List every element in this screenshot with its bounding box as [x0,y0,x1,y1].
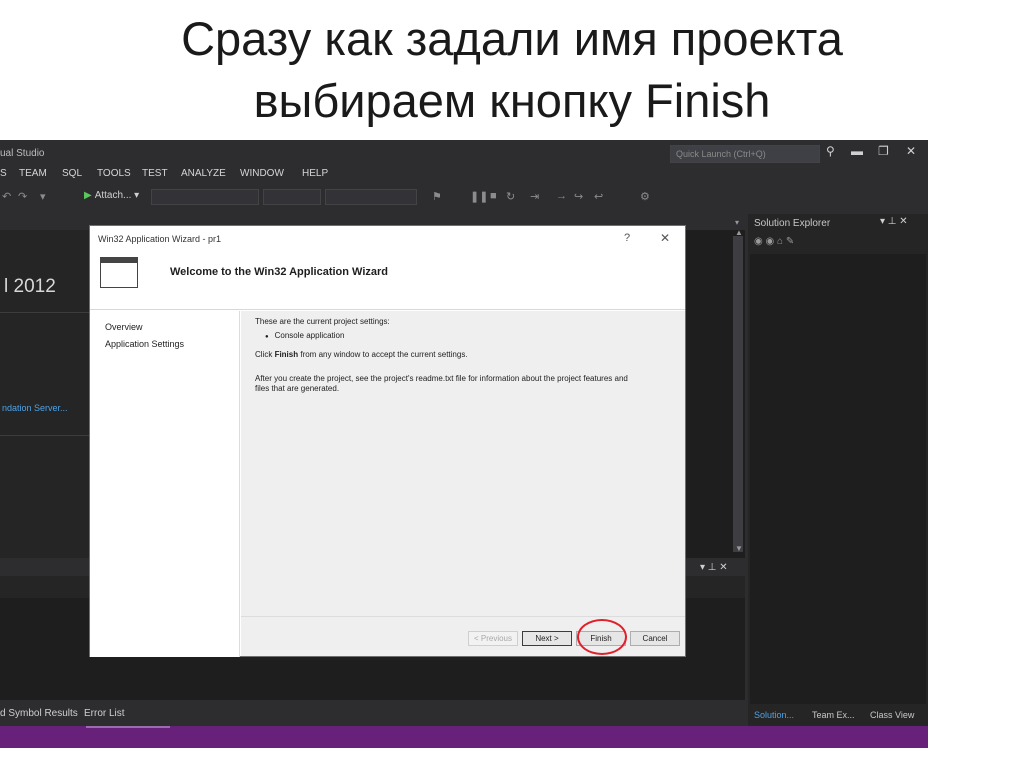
menu-item-help[interactable]: HELP [302,168,328,179]
readme-line-1: After you create the project, see the pr… [255,374,628,383]
team-foundation-link[interactable]: ndation Server... [2,403,68,413]
settings-intro: These are the current project settings: [255,317,390,326]
nav-overview[interactable]: Overview [105,322,143,332]
menu-item-test[interactable]: TEST [142,168,168,179]
wizard-nav: Overview Application Settings [90,311,240,657]
status-bar [0,726,928,748]
cancel-button[interactable]: Cancel [630,631,680,646]
next-button[interactable]: Next > [522,631,572,646]
finish-button[interactable]: Finish [576,631,626,646]
toolbar-find-icon[interactable]: ⚑ [432,190,442,203]
panel-dropdown-icon[interactable]: ▾ [735,218,739,227]
toolbar-step-out-icon[interactable]: ↩ [594,190,603,203]
toolbar-combo-3[interactable] [325,189,417,205]
play-icon: ▶ [84,190,92,201]
vertical-scrollbar[interactable] [733,236,743,552]
toolbar-restart-icon[interactable]: ↻ [506,190,515,203]
scroll-down-icon[interactable]: ▼ [735,544,743,553]
help-icon[interactable]: ? [624,232,630,244]
solution-explorer-tabs: Solution... Team Ex... Class View [748,708,928,726]
quick-launch-input[interactable]: Quick Launch (Ctrl+Q) [670,145,820,163]
attach-label: Attach... [94,190,132,201]
setting-item: Console application [265,331,345,340]
finish-instruction-pre: Click [255,350,275,359]
toolbar-combo-1[interactable] [151,189,259,205]
dialog-title: Win32 Application Wizard - pr1 [98,234,222,244]
toolbar-step-over-icon[interactable]: ↪ [574,190,583,203]
scroll-up-icon[interactable]: ▲ [735,228,743,237]
readme-line-2: files that are generated. [255,384,340,393]
bottom-tab-strip: d Symbol Results Error List [0,706,745,722]
wizard-button-bar: < Previous Next > Finish Cancel [241,616,685,656]
menu-item-team[interactable]: TEAM [19,168,47,179]
tab-symbol-results[interactable]: d Symbol Results [0,708,78,719]
toolbar-stop-icon[interactable]: ■ [490,190,497,202]
divider [0,435,90,436]
toolbar-undo-icon[interactable]: ↶ [2,190,11,203]
previous-button[interactable]: < Previous [468,631,518,646]
ide-title-bar: ual Studio Quick Launch (Ctrl+Q) ⚲ ▬ ❐ ✕ [0,140,928,166]
solution-explorer-panel: Solution Explorer ▾ ⊥ ✕ ◉ ◉ ⌂ ✎ Solution… [748,214,928,748]
tab-solution-explorer[interactable]: Solution... [754,710,794,720]
finish-instruction-bold: Finish [274,350,299,359]
close-icon[interactable]: ✕ [660,231,670,245]
toolbar-dropdown-icon[interactable]: ▾ [40,190,46,203]
toolbar-combo-2[interactable] [263,189,321,205]
attach-button[interactable]: ▶ Attach... ▾ [84,190,139,201]
close-window-icon[interactable]: ✕ [906,144,916,158]
finish-instruction-post: from any window to accept the current se… [298,350,468,359]
menu-item-analyze[interactable]: ANALYZE [181,168,226,179]
solution-explorer-toolbar-icons[interactable]: ◉ ◉ ⌂ ✎ [754,236,794,247]
tab-team-explorer[interactable]: Team Ex... [812,710,855,720]
solution-explorer-header: Solution Explorer ▾ ⊥ ✕ [748,214,928,234]
solution-explorer-title: Solution Explorer [754,218,831,229]
wizard-content: These are the current project settings: … [241,311,685,616]
menu-item-tools[interactable]: TOOLS [97,168,131,179]
slide-title: Сразу как задали имя проекта выбираем кн… [0,8,1024,132]
ide-toolbar: ↶ ↷ ▾ ▶ Attach... ▾ ⚑ ❚❚ ■ ↻ ⇥ → ↪ ↩ ⚙ [0,186,928,208]
dialog-heading: Welcome to the Win32 Application Wizard [170,266,388,278]
solution-explorer-tree [750,254,926,704]
dialog-header: Welcome to the Win32 Application Wizard [90,248,685,310]
toolbar-options-icon[interactable]: ⚙ [640,190,650,203]
toolbar-step-into-icon[interactable]: → [556,190,567,202]
toolbar-redo-icon[interactable]: ↷ [18,190,27,203]
window-icon [100,257,138,288]
tab-class-view[interactable]: Class View [870,710,914,720]
nav-application-settings[interactable]: Application Settings [105,339,184,349]
menu-item-window[interactable]: WINDOW [240,168,284,179]
toolbar-step-icon[interactable]: ⇥ [530,190,539,203]
divider [0,312,90,313]
menu-item-s[interactable]: S [0,168,7,179]
status-bar-highlight [86,726,170,728]
toolbar-pause-icon[interactable]: ❚❚ [470,190,488,203]
solution-explorer-pin-close-icons[interactable]: ▾ ⊥ ✕ [880,216,908,227]
finish-instruction: Click Finish from any window to accept t… [255,350,468,360]
slide-title-line-2: выбираем кнопку Finish [253,74,771,127]
slide-title-line-1: Сразу как задали имя проекта [181,12,843,65]
vs-version-text: l 2012 [4,276,56,297]
ide-app-title: ual Studio [0,148,45,159]
visual-studio-screenshot: ual Studio Quick Launch (Ctrl+Q) ⚲ ▬ ❐ ✕… [0,140,928,748]
win32-wizard-dialog: Win32 Application Wizard - pr1 ? ✕ Welco… [89,225,686,657]
restore-icon[interactable]: ❐ [878,144,889,158]
minimize-icon[interactable]: ▬ [851,144,863,158]
ide-menu-bar: S TEAM SQL TOOLS TEST ANALYZE WINDOW HEL… [0,166,928,184]
tab-error-list[interactable]: Error List [84,708,125,719]
output-pin-close-icons[interactable]: ▾ ⊥ ✕ [700,562,728,573]
search-icon[interactable]: ⚲ [826,144,835,158]
menu-item-sql[interactable]: SQL [62,168,82,179]
